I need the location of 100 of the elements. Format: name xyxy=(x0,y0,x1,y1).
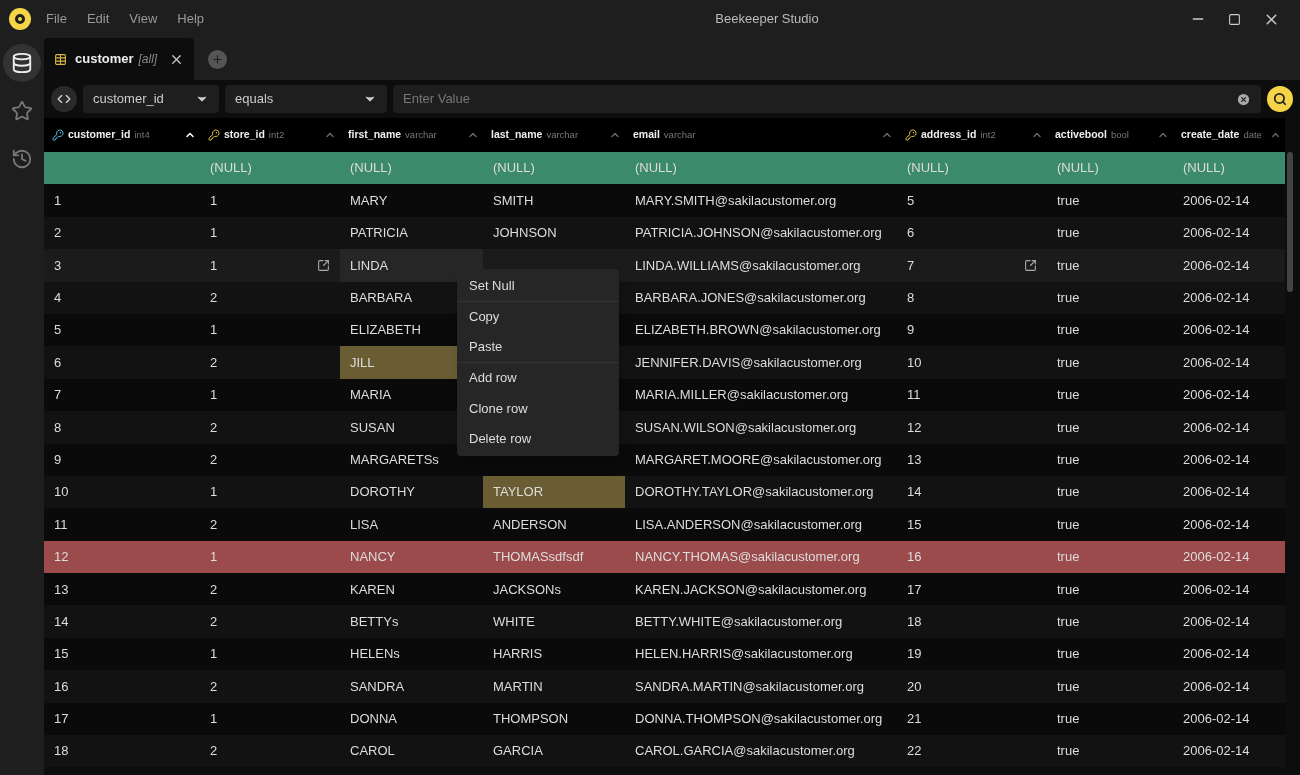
table-cell[interactable]: MARIA.MILLER@sakilacustomer.org xyxy=(625,378,897,412)
table-cell[interactable]: 2006-02-14 xyxy=(1173,735,1285,768)
table-cell[interactable]: 2006-02-14 xyxy=(1173,670,1285,703)
table-cell[interactable]: LINDA.WILLIAMS@sakilacustomer.org xyxy=(625,249,897,282)
scrollbar-thumb[interactable] xyxy=(1287,152,1293,292)
table-cell[interactable]: 2 xyxy=(200,443,340,476)
table-cell[interactable]: 14 xyxy=(44,605,200,638)
table-row[interactable]: 2 1 PATRICIA JOHNSON PATRICIA.JOHNSON@sakilacustomer.org 6 true 2006-02-14 xyxy=(44,216,1285,250)
table-cell[interactable]: 1 xyxy=(200,637,340,671)
table-cell[interactable]: 15 xyxy=(897,508,1047,541)
table-cell[interactable]: true xyxy=(1047,702,1173,736)
table-cell[interactable]: 2006-02-14 xyxy=(1173,184,1285,217)
table-cell[interactable]: 18 xyxy=(44,735,200,768)
table-cell[interactable]: NANCY.THOMAS@sakilacustomer.org xyxy=(625,540,897,574)
table-cell[interactable]: true xyxy=(1047,184,1173,217)
table-cell[interactable]: 13 xyxy=(897,443,1047,476)
table-cell[interactable]: ANDERSON xyxy=(483,508,625,541)
table-cell[interactable]: 9 xyxy=(44,443,200,476)
table-cell[interactable]: 2006-02-14 xyxy=(1173,637,1285,671)
table-cell[interactable]: true xyxy=(1047,475,1173,509)
table-cell[interactable]: 1 xyxy=(200,475,340,509)
table-cell[interactable]: KAREN.JACKSON@sakilacustomer.org xyxy=(625,573,897,606)
table-cell[interactable]: 2006-02-14 xyxy=(1173,216,1285,250)
table-cell[interactable]: 2 xyxy=(44,216,200,250)
table-cell[interactable]: true xyxy=(1047,346,1173,379)
table-cell[interactable]: 7 xyxy=(44,378,200,412)
table-cell[interactable]: 6 xyxy=(897,216,1047,250)
table-cell[interactable]: BETTYs xyxy=(340,605,483,638)
column-header[interactable]: address_id int2 xyxy=(897,118,1047,152)
column-header[interactable]: customer_id int4 xyxy=(44,118,200,152)
table-cell[interactable]: 4 xyxy=(44,281,200,314)
table-tab[interactable]: customer [all] xyxy=(44,38,195,80)
column-header[interactable]: last_name varchar xyxy=(483,118,625,152)
table-cell[interactable]: true xyxy=(1047,216,1173,250)
menu-item[interactable]: Edit xyxy=(86,9,110,29)
table-cell[interactable]: 20 xyxy=(897,670,1047,703)
table-cell[interactable]: 8 xyxy=(44,411,200,444)
table-cell[interactable]: DOROTHY.TAYLOR@sakilacustomer.org xyxy=(625,475,897,509)
table-cell[interactable]: 17 xyxy=(897,573,1047,606)
table-cell[interactable]: 8 xyxy=(897,281,1047,314)
table-cell[interactable]: 15 xyxy=(44,637,200,671)
column-header[interactable]: create_date date xyxy=(1173,118,1285,152)
table-cell[interactable]: true xyxy=(1047,378,1173,412)
table-cell[interactable]: GARCIA xyxy=(483,735,625,768)
table-row[interactable]: 3 1 LINDA LINDA.WILLIAMS@sakilacustomer.org 7 true 2006-02-14 xyxy=(44,249,1285,282)
table-cell[interactable]: 16 xyxy=(44,670,200,703)
table-cell[interactable]: SMITH xyxy=(483,184,625,217)
table-cell[interactable]: PATRICIA xyxy=(340,216,483,250)
table-cell[interactable]: 16 xyxy=(897,540,1047,574)
table-cell[interactable]: 22 xyxy=(897,735,1047,768)
table-cell[interactable]: LISA.ANDERSON@sakilacustomer.org xyxy=(625,508,897,541)
table-cell[interactable]: 13 xyxy=(44,573,200,606)
table-cell[interactable]: JOHNSON xyxy=(483,216,625,250)
table-cell[interactable]: 10 xyxy=(44,475,200,509)
table-cell[interactable]: 10 xyxy=(897,346,1047,379)
table-cell[interactable]: 14 xyxy=(897,475,1047,509)
table-cell[interactable]: KAREN xyxy=(340,573,483,606)
table-cell[interactable]: BETTY.WHITE@sakilacustomer.org xyxy=(625,605,897,638)
context-menu-item[interactable]: Set Null xyxy=(457,271,619,302)
table-cell[interactable]: NANCY xyxy=(340,540,483,574)
column-header[interactable]: activebool bool xyxy=(1047,118,1173,152)
table-cell[interactable]: true xyxy=(1047,735,1173,768)
table-cell[interactable]: CAROL.GARCIA@sakilacustomer.org xyxy=(625,735,897,768)
table-cell[interactable]: true xyxy=(1047,573,1173,606)
table-cell[interactable]: true xyxy=(1047,670,1173,703)
table-cell[interactable]: 7 xyxy=(897,249,1047,282)
table-cell[interactable]: DOROTHY xyxy=(340,475,483,509)
table-cell[interactable]: 5 xyxy=(897,184,1047,217)
table-cell[interactable]: 2006-02-14 xyxy=(1173,346,1285,379)
table-cell[interactable]: true xyxy=(1047,249,1173,282)
table-cell[interactable]: JENNIFER.DAVIS@sakilacustomer.org xyxy=(625,346,897,379)
table-cell[interactable]: 2006-02-14 xyxy=(1173,605,1285,638)
table-cell[interactable]: 1 xyxy=(200,378,340,412)
table-row[interactable]: 14 2 BETTYs WHITE BETTY.WHITE@sakilacustomer.org 18 true 2006-02-14 xyxy=(44,605,1285,638)
table-cell[interactable]: 11 xyxy=(897,378,1047,412)
table-cell[interactable]: 19 xyxy=(897,637,1047,671)
table-cell[interactable]: 5 xyxy=(44,313,200,347)
table-cell[interactable]: 2 xyxy=(200,281,340,314)
table-cell[interactable]: TAYLOR xyxy=(483,475,625,509)
menu-item[interactable]: Help xyxy=(177,9,205,29)
table-cell[interactable]: true xyxy=(1047,443,1173,476)
table-cell[interactable]: true xyxy=(1047,637,1173,671)
column-select[interactable]: customer_id xyxy=(83,85,219,113)
table-cell[interactable]: HELENs xyxy=(340,637,483,671)
table-cell[interactable]: MARGARET.MOORE@sakilacustomer.org xyxy=(625,443,897,476)
column-header[interactable]: email varchar xyxy=(625,118,897,152)
search-button[interactable] xyxy=(1267,86,1293,112)
table-cell[interactable]: 1 xyxy=(200,313,340,347)
table-cell[interactable]: 9 xyxy=(897,313,1047,347)
table-cell[interactable]: 2 xyxy=(200,411,340,444)
table-cell[interactable]: 17 xyxy=(44,702,200,736)
table-cell[interactable]: 2006-02-14 xyxy=(1173,573,1285,606)
code-toggle-button[interactable] xyxy=(51,86,77,112)
table-cell[interactable]: 2006-02-14 xyxy=(1173,540,1285,574)
table-cell[interactable]: JACKSONs xyxy=(483,573,625,606)
table-cell[interactable]: SANDRA.MARTIN@sakilacustomer.org xyxy=(625,670,897,703)
maximize-icon[interactable] xyxy=(1228,12,1241,26)
table-cell[interactable]: LINDA xyxy=(340,249,483,282)
database-icon[interactable] xyxy=(3,44,41,82)
table-cell[interactable]: DONNA.THOMPSON@sakilacustomer.org xyxy=(625,702,897,736)
